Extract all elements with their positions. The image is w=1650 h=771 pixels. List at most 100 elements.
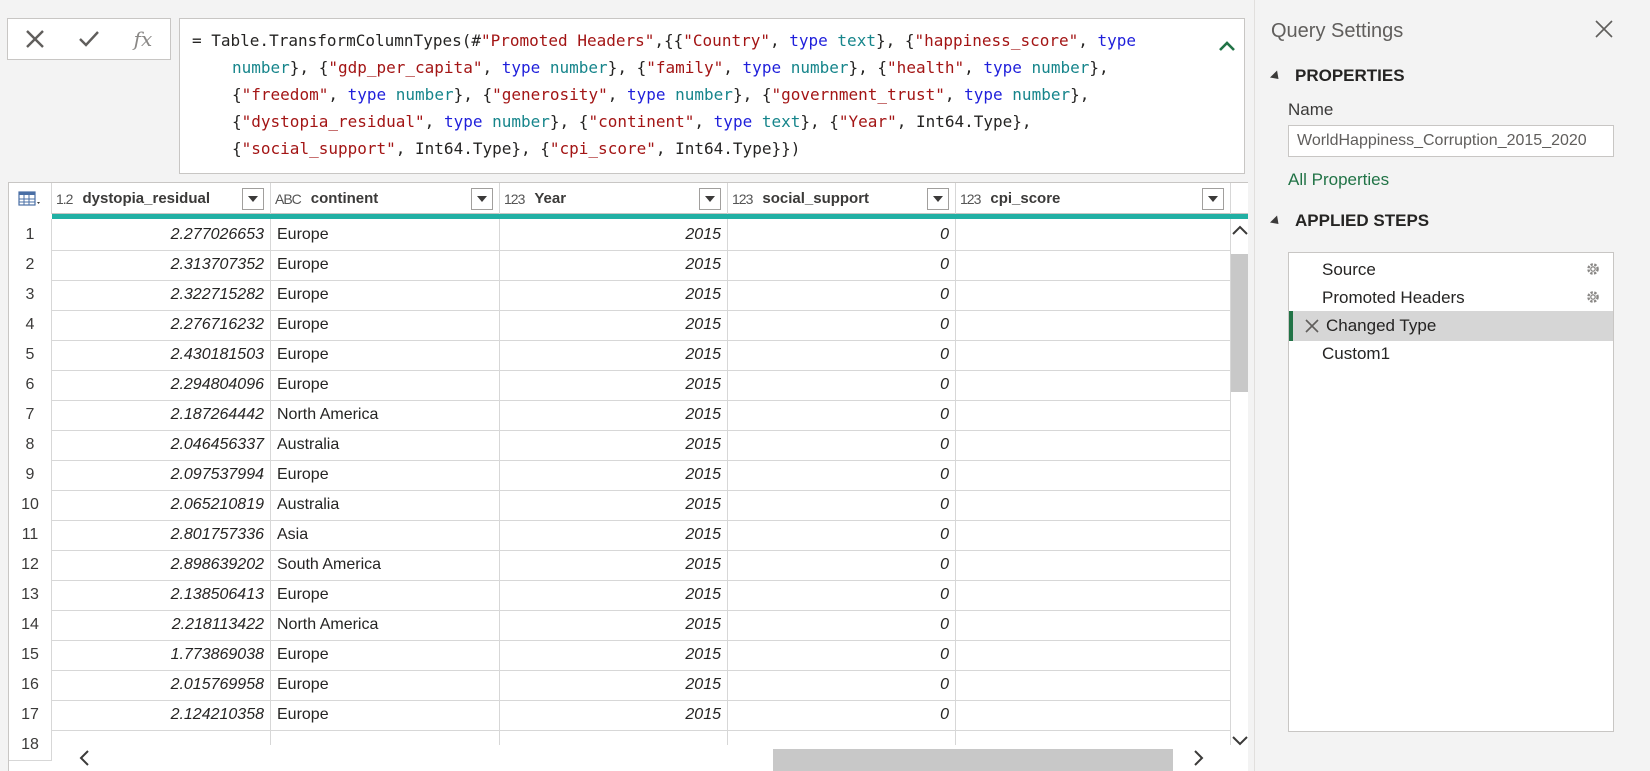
table-row[interactable]: 3 2.322715282 Europe 2015 0 [9,279,1231,311]
table-cell[interactable]: 0 [728,549,956,580]
table-cell[interactable]: 2.322715282 [52,279,271,310]
table-cell[interactable]: 0 [728,249,956,280]
table-cell[interactable]: Europe [271,309,500,340]
row-number[interactable]: 8 [9,429,52,460]
table-cell[interactable]: 0 [728,309,956,340]
column-type-icon[interactable]: 1.2 [56,191,73,207]
table-row[interactable]: 4 2.276716232 Europe 2015 0 [9,309,1231,341]
table-cell[interactable]: 2.898639202 [52,549,271,580]
table-cell[interactable] [956,339,1231,370]
table-row[interactable]: 12 2.898639202 South America 2015 0 [9,549,1231,581]
column-type-icon[interactable]: ABC [275,191,302,207]
row-number[interactable]: 18 [9,729,52,760]
table-cell[interactable]: 2.097537994 [52,459,271,490]
table-cell[interactable]: Europe [271,639,500,670]
table-cell[interactable]: 0 [728,489,956,520]
column-header-social_support[interactable]: 123 social_support [728,183,956,214]
table-cell[interactable]: 2.313707352 [52,249,271,280]
table-cell[interactable]: 2.801757336 [52,519,271,550]
table-cell[interactable]: 0 [728,429,956,460]
table-cell[interactable] [956,399,1231,430]
table-cell[interactable]: Australia [271,489,500,520]
row-number[interactable]: 6 [9,369,52,400]
column-type-icon[interactable]: 123 [960,191,981,207]
table-cell[interactable]: 2015 [500,339,728,370]
table-cell[interactable]: 0 [728,219,956,250]
table-cell[interactable]: 0 [728,279,956,310]
scroll-right-button[interactable] [1192,749,1206,771]
table-cell[interactable]: 0 [728,609,956,640]
table-cell[interactable] [956,639,1231,670]
table-row[interactable]: 2 2.313707352 Europe 2015 0 [9,249,1231,281]
table-cell[interactable]: 0 [728,579,956,610]
table-cell[interactable] [956,579,1231,610]
row-number[interactable]: 1 [9,219,52,250]
row-number[interactable]: 7 [9,399,52,430]
column-type-icon[interactable]: 123 [504,191,525,207]
applied-step-promoted-headers[interactable]: Promoted Headers [1289,283,1613,313]
table-cell[interactable]: 2015 [500,249,728,280]
table-cell[interactable]: North America [271,609,500,640]
table-row[interactable]: 6 2.294804096 Europe 2015 0 [9,369,1231,401]
close-query-settings-button[interactable] [1595,20,1619,44]
table-row[interactable]: 15 1.773869038 Europe 2015 0 [9,639,1231,671]
horizontal-scroll-thumb[interactable] [773,749,1173,771]
table-cell[interactable] [956,279,1231,310]
table-cell[interactable] [956,549,1231,580]
table-row[interactable]: 1 2.277026653 Europe 2015 0 [9,219,1231,251]
table-cell[interactable]: 2.218113422 [52,609,271,640]
table-row[interactable]: 16 2.015769958 Europe 2015 0 [9,669,1231,701]
gear-icon[interactable] [1585,289,1601,310]
scroll-down-button[interactable] [1231,734,1248,753]
table-cell[interactable]: 2015 [500,609,728,640]
applied-step-changed-type[interactable]: Changed Type [1289,311,1613,341]
table-cell[interactable]: 0 [728,519,956,550]
column-filter-button[interactable] [471,188,493,210]
table-cell[interactable]: 2015 [500,309,728,340]
table-cell[interactable] [956,459,1231,490]
table-cell[interactable]: Australia [271,429,500,460]
table-cell[interactable]: Europe [271,339,500,370]
scroll-left-button[interactable] [77,749,91,771]
table-cell[interactable] [956,609,1231,640]
table-row[interactable]: 9 2.097537994 Europe 2015 0 [9,459,1231,491]
table-cell[interactable]: 2015 [500,429,728,460]
row-number[interactable]: 5 [9,339,52,370]
table-cell[interactable]: 0 [728,699,956,730]
table-row[interactable]: 7 2.187264442 North America 2015 0 [9,399,1231,431]
gear-icon[interactable] [1585,261,1601,282]
row-number[interactable]: 17 [9,699,52,730]
table-cell[interactable]: 2015 [500,459,728,490]
all-properties-link[interactable]: All Properties [1288,170,1389,190]
table-cell[interactable]: 0 [728,399,956,430]
applied-step-source[interactable]: Source [1289,255,1613,285]
table-cell[interactable]: 2.015769958 [52,669,271,700]
table-cell[interactable]: 0 [728,339,956,370]
table-row[interactable]: 13 2.138506413 Europe 2015 0 [9,579,1231,611]
row-number[interactable]: 10 [9,489,52,520]
row-number[interactable]: 4 [9,309,52,340]
table-cell[interactable] [956,309,1231,340]
table-cell[interactable]: Europe [271,669,500,700]
table-cell[interactable]: 2.277026653 [52,219,271,250]
table-cell[interactable]: 2015 [500,579,728,610]
applied-step-custom1[interactable]: Custom1 [1289,339,1613,369]
column-header-continent[interactable]: ABC continent [271,183,500,214]
table-cell[interactable]: 2.124210358 [52,699,271,730]
table-cell[interactable] [956,519,1231,550]
table-row[interactable]: 5 2.430181503 Europe 2015 0 [9,339,1231,371]
table-cell[interactable] [956,669,1231,700]
column-type-icon[interactable]: 123 [732,191,753,207]
table-cell[interactable]: Europe [271,459,500,490]
table-cell[interactable]: 2.065210819 [52,489,271,520]
table-cell[interactable] [956,219,1231,250]
table-row[interactable]: 14 2.218113422 North America 2015 0 [9,609,1231,641]
table-cell[interactable] [956,699,1231,730]
column-header-Year[interactable]: 123 Year [500,183,728,214]
table-cell[interactable] [956,369,1231,400]
query-name-input[interactable] [1288,125,1614,157]
table-cell[interactable]: Europe [271,699,500,730]
table-cell[interactable]: South America [271,549,500,580]
table-cell[interactable]: 0 [728,459,956,490]
table-cell[interactable]: 2015 [500,669,728,700]
